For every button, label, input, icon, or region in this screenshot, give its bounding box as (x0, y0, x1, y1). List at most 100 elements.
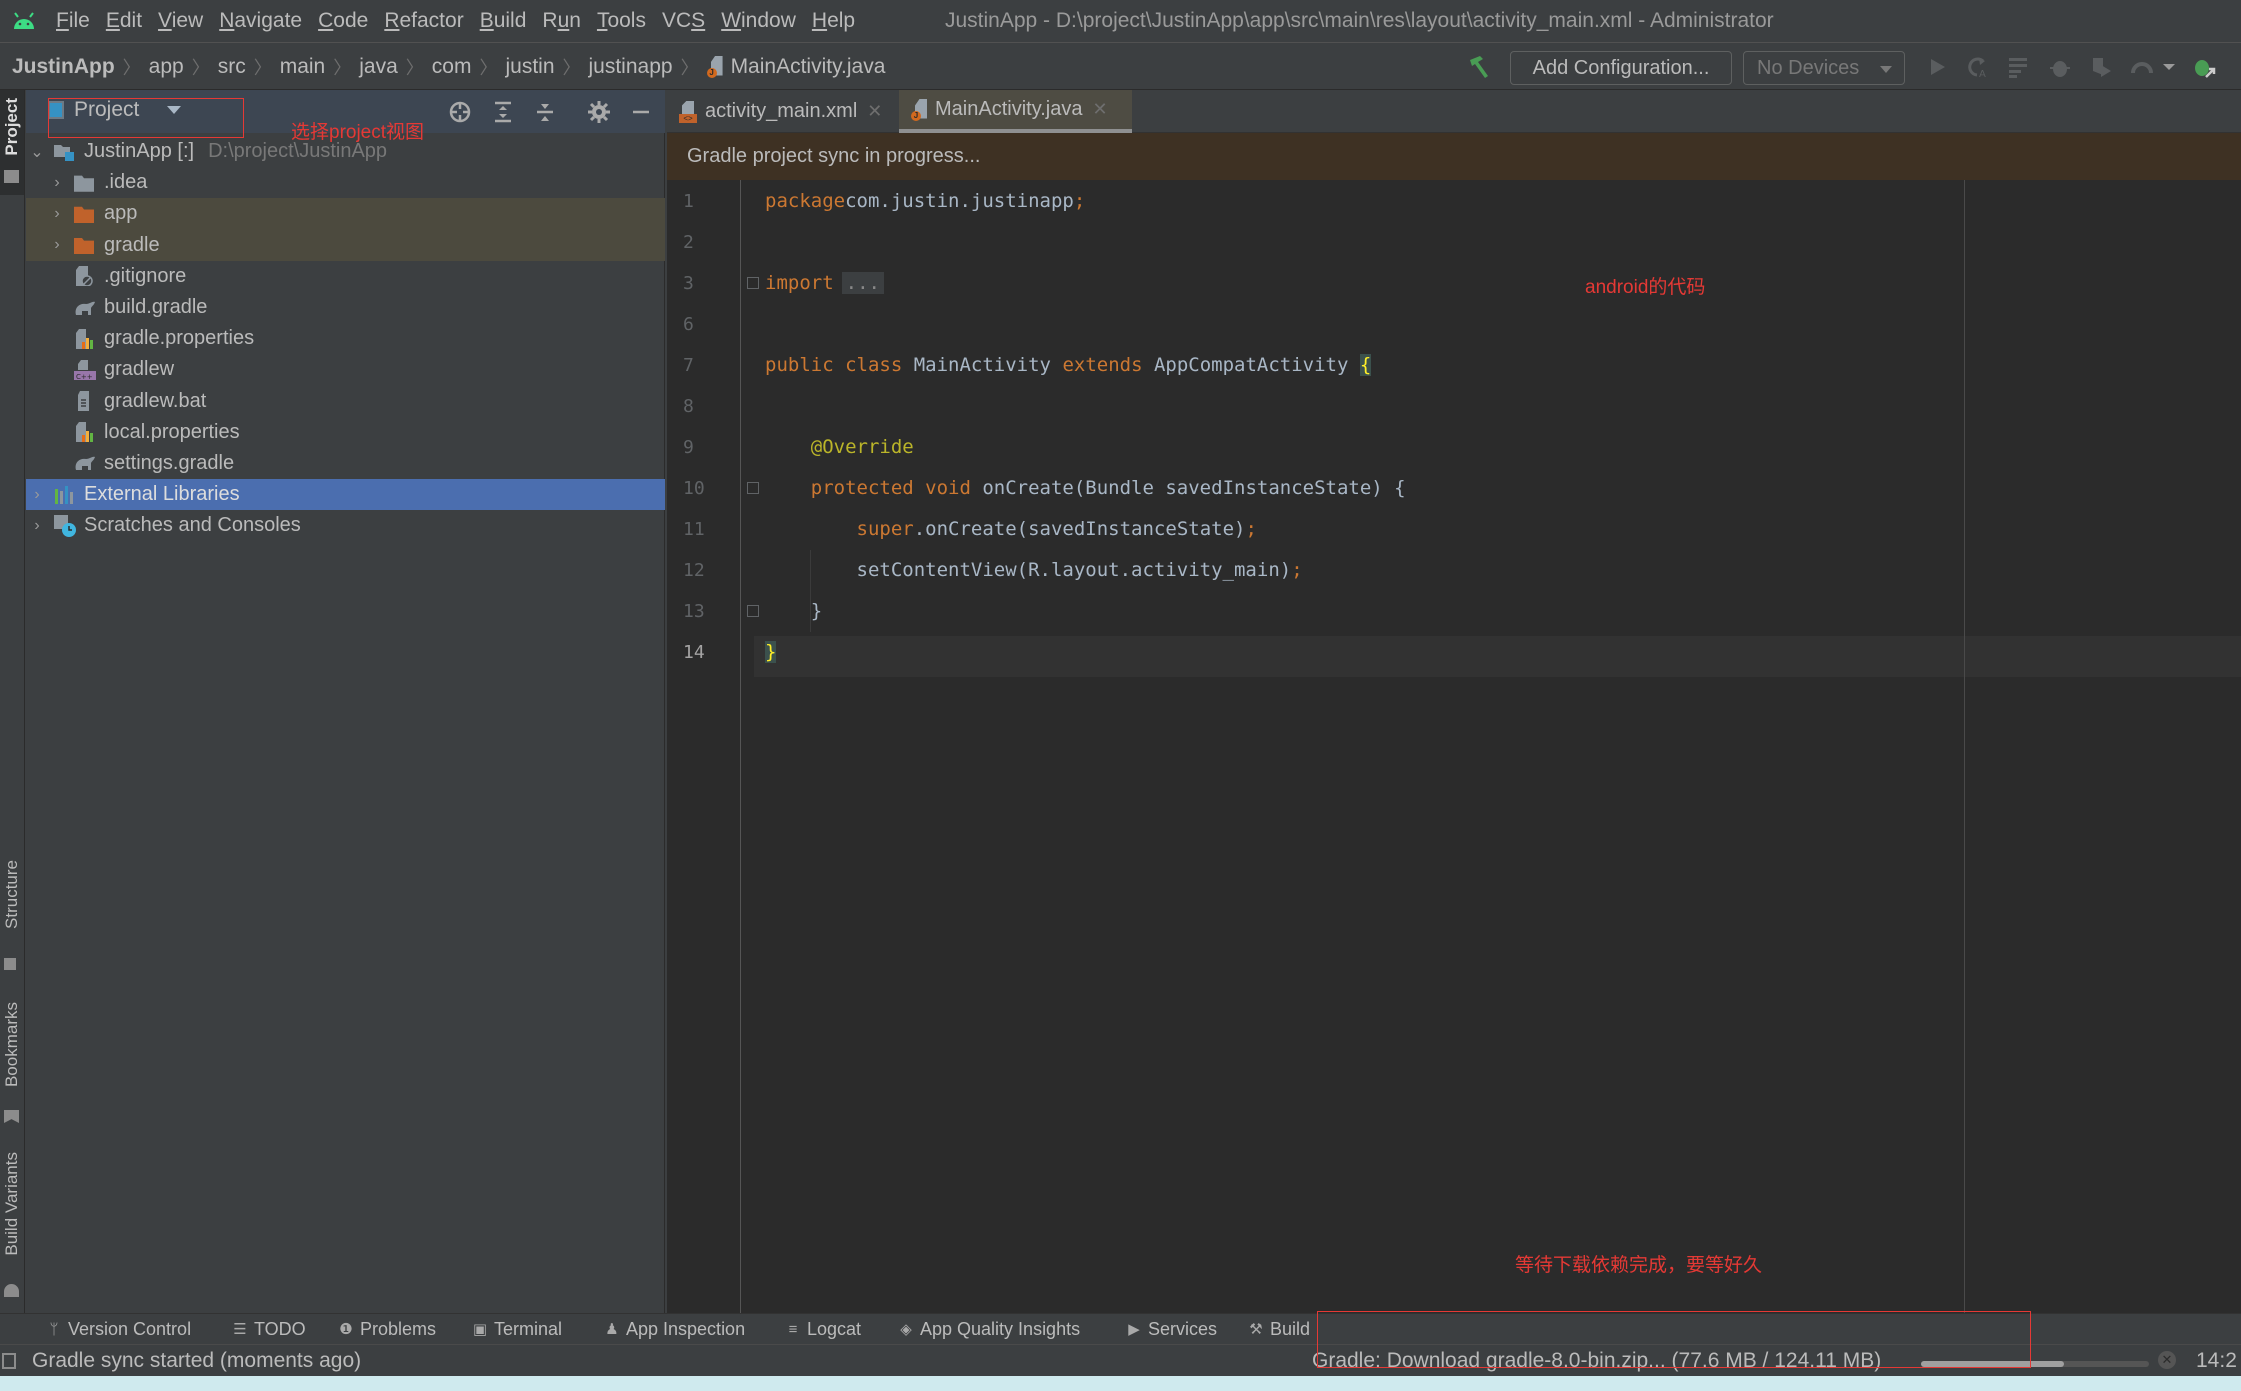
menu-view[interactable]: View (158, 9, 203, 33)
menu-run[interactable]: Run (542, 9, 581, 33)
menu-file[interactable]: File (56, 9, 90, 33)
apply-changes-icon[interactable]: A (1965, 55, 1989, 79)
tool-tab-app-inspection[interactable]: ♟ App Inspection (604, 1319, 745, 1340)
breadcrumb-item[interactable]: com (432, 55, 472, 79)
code-token: com.justin.justinapp (845, 190, 1074, 212)
debug-icon[interactable] (2048, 55, 2072, 79)
tool-tab-version-control[interactable]: ᛘ Version Control (46, 1319, 191, 1340)
apply-code-changes-icon[interactable] (2007, 55, 2031, 79)
module-icon (54, 143, 76, 161)
structure-icon (4, 958, 16, 970)
device-select[interactable]: No Devices (1743, 51, 1905, 85)
locate-file-icon[interactable] (448, 100, 472, 124)
close-icon[interactable]: ✕ (1092, 99, 1107, 120)
coverage-icon[interactable] (2089, 55, 2113, 79)
chevron-right-icon: 〉 (479, 57, 498, 78)
cancel-icon[interactable]: ✕ (2158, 1351, 2176, 1369)
breadcrumb-item[interactable]: main (280, 55, 326, 79)
tool-tab-terminal[interactable]: ▣ Terminal (472, 1319, 562, 1340)
collapse-fold-icon[interactable] (747, 605, 759, 617)
chevron-right-icon: 〉 (122, 57, 141, 78)
breadcrumb-item[interactable]: java (359, 55, 398, 79)
dropdown-icon[interactable] (2162, 55, 2176, 79)
menu-vcs[interactable]: VCS (662, 9, 705, 33)
menu-help[interactable]: Help (812, 9, 855, 33)
chevron-right-icon[interactable]: › (50, 205, 64, 222)
menu-mnemonic: T (596, 9, 608, 32)
tree-item[interactable]: ⌄ JustinApp [:] D:\project\JustinApp (26, 136, 665, 167)
code-token: AppCompatActivity (1142, 354, 1360, 376)
chevron-right-icon[interactable]: › (30, 486, 44, 503)
menu-build[interactable]: Build (480, 9, 527, 33)
menu-tools[interactable]: Tools (597, 9, 646, 33)
tool-window-bookmarks[interactable]: Bookmarks (0, 1002, 24, 1127)
tool-tab-label: Services (1148, 1319, 1218, 1339)
tool-tab-build[interactable]: ⚒ Build (1248, 1319, 1310, 1340)
android-logo-icon (14, 12, 34, 29)
tree-item[interactable]: › gradle (26, 229, 665, 261)
menu-refactor[interactable]: Refactor (384, 9, 463, 33)
close-icon[interactable]: ✕ (867, 101, 882, 122)
tool-window-build-variants[interactable]: Build Variants (0, 1152, 24, 1302)
run-icon[interactable] (1925, 55, 1949, 79)
attach-debugger-icon[interactable] (2192, 55, 2216, 79)
hammer-icon[interactable] (1466, 54, 1492, 80)
tree-item[interactable]: C++ gradlew (26, 354, 665, 385)
menu-edit[interactable]: Edit (106, 9, 142, 33)
menu-window[interactable]: Window (721, 9, 796, 33)
tree-item[interactable]: .gitignore (26, 261, 665, 292)
gear-icon[interactable] (587, 100, 611, 124)
chevron-down-icon[interactable]: ⌄ (30, 144, 44, 161)
chevron-right-icon[interactable]: › (30, 517, 44, 534)
tree-item[interactable]: build.gradle (26, 292, 665, 323)
line-number: 12 (683, 560, 705, 581)
breadcrumb-item[interactable]: justin (505, 55, 554, 79)
breadcrumb-item[interactable]: JustinApp (12, 55, 115, 79)
tool-tab-todo[interactable]: ☰ TODO (232, 1319, 305, 1340)
menu-navigate[interactable]: Navigate (219, 9, 302, 33)
tree-item[interactable]: › app (26, 198, 665, 230)
menu-code[interactable]: Code (318, 9, 368, 33)
expand-all-icon[interactable] (491, 100, 515, 124)
tool-window-structure[interactable]: Structure (0, 860, 24, 975)
cursor-position[interactable]: 14:2 (2196, 1349, 2237, 1373)
tree-item[interactable]: › .idea (26, 167, 665, 198)
tree-item[interactable]: gradle.properties (26, 323, 665, 354)
tree-item[interactable]: gradlew.bat (26, 386, 665, 417)
title-menu-bar: File Edit View Navigate Code Refactor Build Run… (0, 0, 2241, 43)
collapse-all-icon[interactable] (533, 100, 557, 124)
breadcrumb-item[interactable]: justinapp (589, 55, 673, 79)
tab-activity-main-xml[interactable]: <> activity_main.xml ✕ (667, 90, 896, 133)
chevron-right-icon[interactable]: › (50, 236, 64, 253)
minimize-icon[interactable] (629, 100, 653, 124)
tree-item[interactable]: › External Libraries (26, 479, 665, 511)
tree-item[interactable]: local.properties (26, 417, 665, 448)
tree-item[interactable]: › Scratches and Consoles (26, 510, 665, 541)
code-editor[interactable]: 1 packagecom.justin.justinapp; 2 3 import...… (667, 180, 2241, 1313)
code-token: ; (1073, 190, 1086, 212)
tool-tab-problems[interactable]: ❶ Problems (338, 1319, 436, 1340)
tool-tab-label: Logcat (807, 1319, 862, 1339)
tree-item[interactable]: settings.gradle (26, 448, 665, 479)
breadcrumb-item[interactable]: MainActivity.java (731, 55, 886, 79)
tool-tab-services[interactable]: ▶ Services (1126, 1319, 1217, 1340)
collapse-fold-icon[interactable] (747, 482, 759, 494)
toggle-tool-windows-icon[interactable] (2, 1353, 16, 1369)
logcat-icon: ≡ (788, 1320, 798, 1338)
tool-tab-label: App Inspection (626, 1319, 746, 1339)
chevron-right-icon[interactable]: › (50, 174, 64, 191)
add-configuration-button[interactable]: Add Configuration... (1510, 51, 1732, 85)
expand-fold-icon[interactable] (747, 277, 759, 289)
tool-tab-logcat[interactable]: ≡ Logcat (785, 1319, 861, 1340)
device-select-label: No Devices (1757, 57, 1860, 79)
menu-mnemonic: S (691, 9, 706, 32)
tool-tab-app-quality-insights[interactable]: ◈ App Quality Insights (898, 1319, 1080, 1340)
breadcrumb-item[interactable]: app (149, 55, 184, 79)
code-line: 6 (667, 304, 2241, 345)
tool-window-project[interactable]: Project (0, 90, 24, 195)
tab-mainactivity-java[interactable]: J MainActivity.java ✕ (899, 90, 1132, 133)
profile-icon[interactable] (2130, 55, 2154, 79)
services-icon: ▶ (1128, 1320, 1140, 1338)
status-message[interactable]: Gradle sync started (moments ago) (32, 1349, 361, 1373)
breadcrumb-item[interactable]: src (218, 55, 246, 79)
